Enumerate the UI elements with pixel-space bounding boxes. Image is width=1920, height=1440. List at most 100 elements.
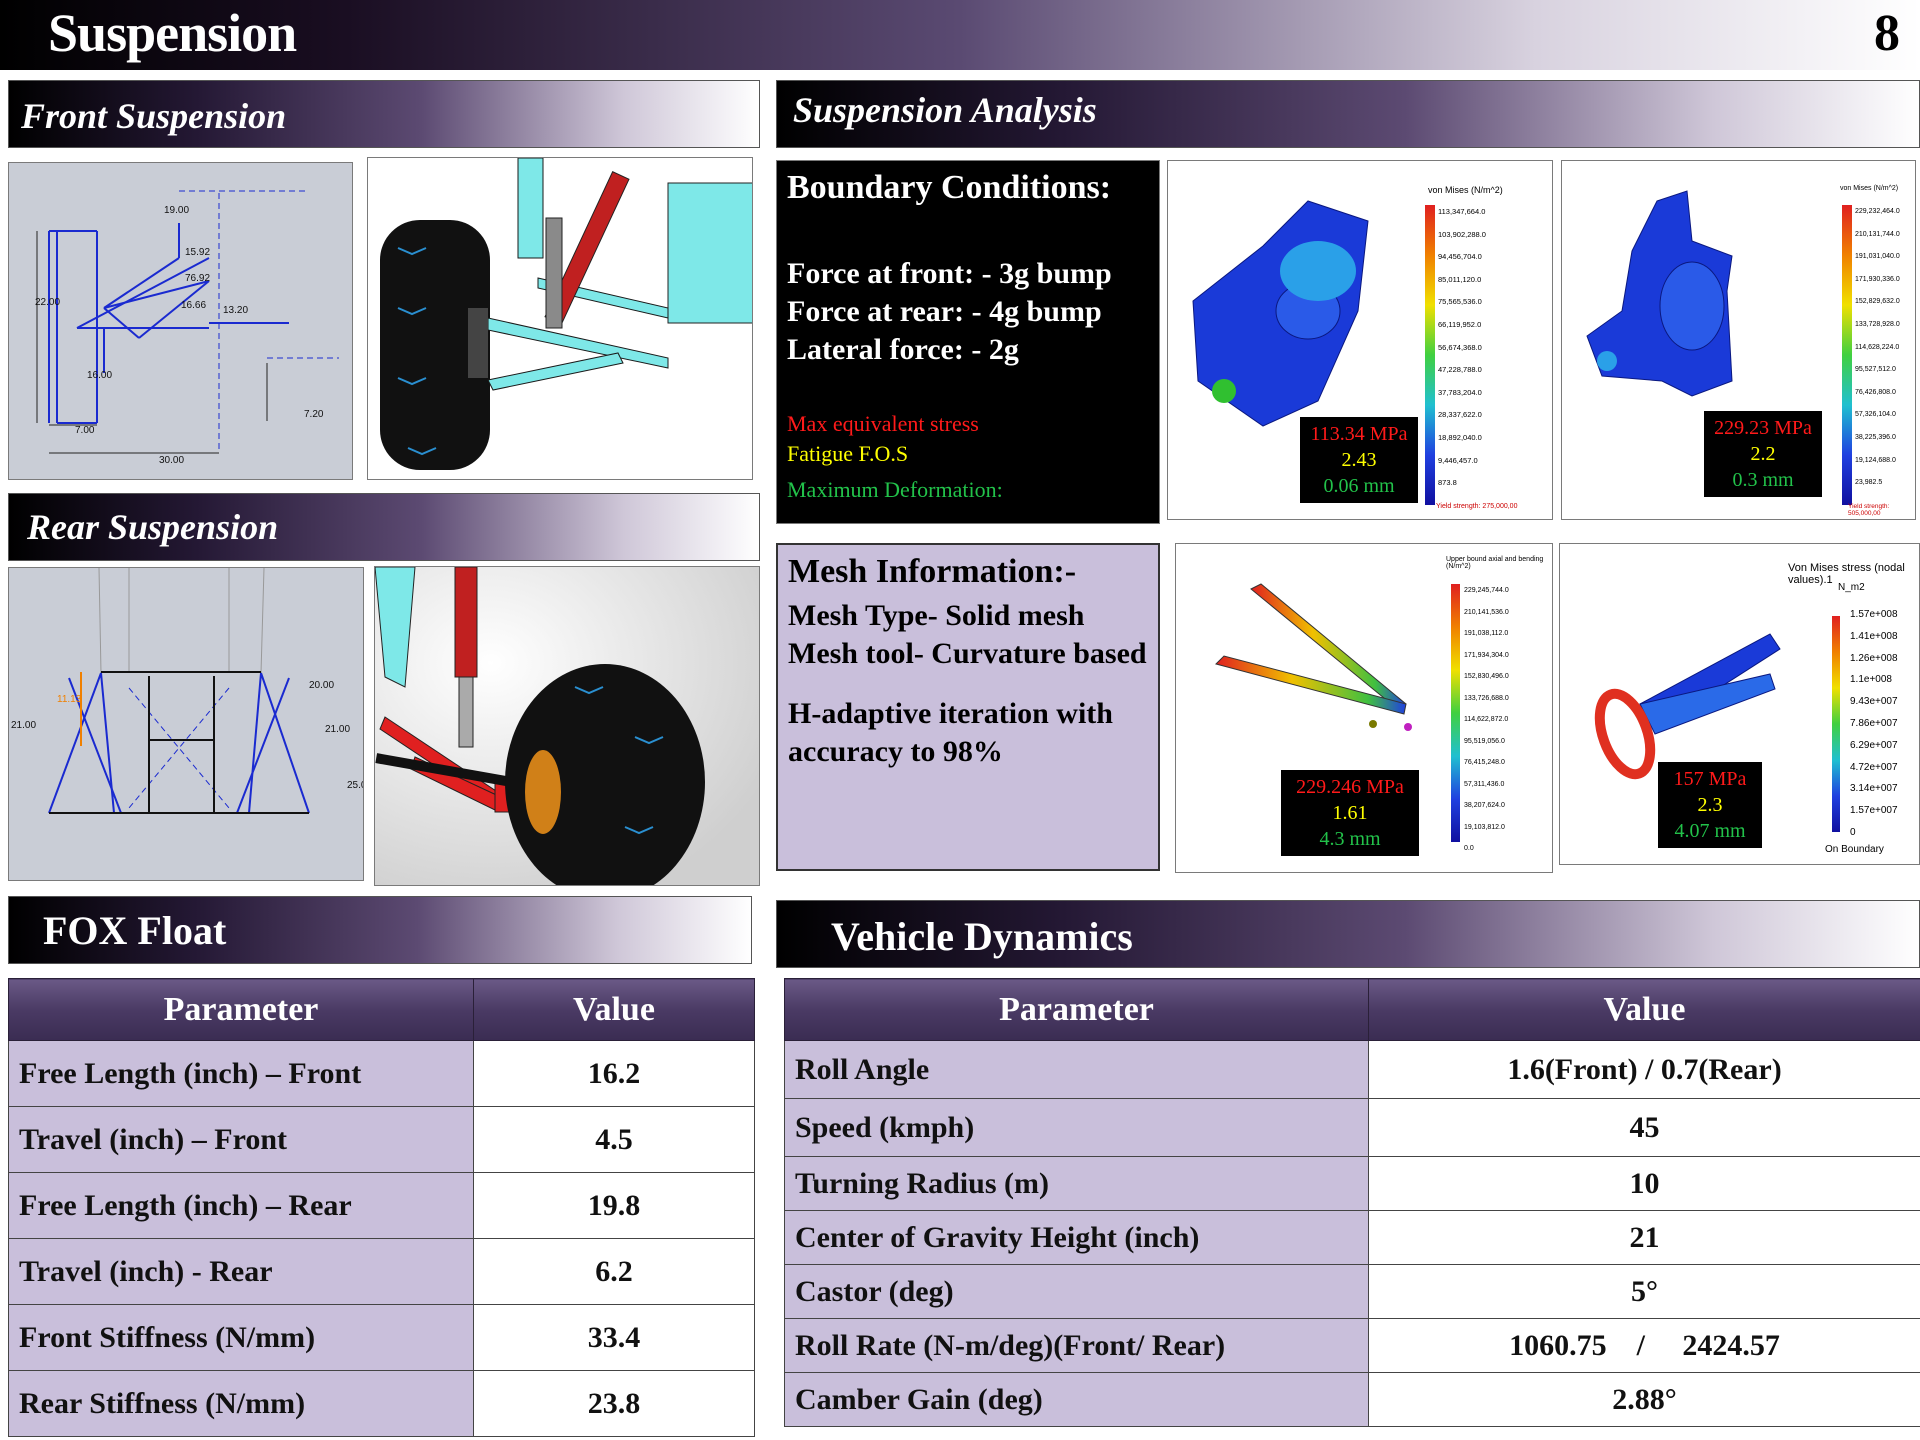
rear-suspension-header: Rear Suspension [8,493,760,561]
max-deformation: 0.06 mm [1323,475,1395,497]
scale-title: von Mises (N/m^2) [1840,185,1899,192]
result-box: 113.34 MPa 2.43 0.06 mm [1300,417,1418,503]
value-cell: 45 [1368,1098,1920,1157]
param-cell: Speed (kmph) [784,1098,1369,1157]
param-cell: Roll Angle [784,1040,1369,1099]
value-cell: 1060.75 / 2424.57 [1368,1318,1920,1373]
col-header-value: Value [1368,978,1920,1041]
rear-assembly-render [375,567,759,885]
fox-float-title: FOX Float [43,908,227,953]
fatigue-fos: 1.61 [1332,802,1368,824]
suspension-analysis-title: Suspension Analysis [793,90,1097,130]
vehicle-dynamics-title: Vehicle Dynamics [831,914,1133,959]
color-scale-labels: 229,232,464.0 210,131,744.0 191,031,040.0 1… [1855,208,1900,487]
param-cell: Roll Rate (N-m/deg)(Front/ Rear) [784,1318,1369,1373]
color-scale-labels: 1.57e+008 1.41e+008 1.26e+008 1.1e+008 9.43e… [1850,609,1898,838]
color-scale-bar [1451,584,1460,842]
dim-label: 16.66 [181,300,206,311]
front-suspension-drawing: 19.00 15.92 76.92 16.66 13.20 22.00 16.0… [8,162,353,480]
boundary-conditions-panel: Boundary Conditions: Force at front: - 3… [776,160,1160,524]
fea-result-knuckle-front: von Mises (N/m^2) 113,347,664.0 103,902,2… [1167,160,1553,520]
front-geometry-sketch: 19.00 15.92 76.92 16.66 13.20 22.00 16.0… [35,190,339,466]
scale-title: von Mises (N/m^2) [1428,185,1503,195]
vehicle-dynamics-table: Parameter Value Roll Angle 1.6(Front) / 0… [784,978,1920,1427]
suspension-analysis-header: Suspension Analysis [776,80,1920,148]
fatigue-fos: 2.43 [1341,449,1377,471]
dim-label: 13.20 [223,305,248,316]
rear-geometry-sketch: 11.13 21.00 21.00 20.00 25.0 [11,568,364,814]
param-cell: Free Length (inch) – Front [8,1040,474,1107]
scale-unit: N_m2 [1838,582,1865,593]
value-cell: 21 [1368,1210,1920,1265]
boundary-label: On Boundary [1825,844,1884,855]
dim-label: 21.00 [325,724,350,735]
legend-deformation: Maximum Deformation: [787,477,1003,502]
color-scale-bar [1425,205,1435,505]
dim-label: 11.13 [57,694,82,705]
rear-suspension-drawing: 11.13 21.00 21.00 20.00 25.0 [8,567,364,881]
max-deformation: 4.07 mm [1674,820,1746,842]
param-cell: Castor (deg) [784,1264,1369,1319]
fox-float-header: FOX Float [8,896,752,964]
rear-suspension-title: Rear Suspension [27,507,279,547]
yield-strength: Yield strength: 275,000,00 [1436,503,1518,510]
max-stress: 113.34 MPa [1310,423,1408,445]
result-box: 229.23 MPa 2.2 0.3 mm [1704,411,1822,497]
dim-label: 30.00 [159,455,184,466]
vehicle-dynamics-header: Vehicle Dynamics [776,900,1920,968]
dim-label: 16.00 [87,370,112,381]
fatigue-fos: 2.2 [1750,443,1776,465]
param-cell: Front Stiffness (N/mm) [8,1304,474,1371]
color-scale-labels: 229,245,744.0 210,141,536.0 191,038,112.0 1… [1464,587,1509,852]
page-number: 8 [1874,5,1900,62]
mesh-tool: Mesh tool- Curvature based [788,637,1147,670]
fea-result-rear-arm: Von Mises stress (nodal values).1 N_m2 1… [1559,543,1920,865]
color-scale-bar [1842,205,1852,505]
dim-label: 7.20 [304,409,324,420]
max-deformation: 4.3 mm [1319,828,1381,850]
yield-strength: Yield strength: 505,000,00 [1848,503,1890,517]
max-deformation: 0.3 mm [1732,469,1794,491]
max-stress: 229.246 MPa [1296,776,1404,798]
param-cell: Free Length (inch) – Rear [8,1172,474,1239]
result-box: 157 MPa 2.3 4.07 mm [1658,762,1762,848]
dim-label: 76.92 [185,273,210,284]
col-header-value: Value [473,978,755,1041]
value-cell: 4.5 [473,1106,755,1173]
mesh-information-panel: Mesh Information:- Mesh Type- Solid mesh… [776,543,1160,871]
fox-float-table: Parameter Value Free Length (inch) – Fro… [8,978,755,1437]
legend-fos: Fatigue F.O.S [787,441,909,466]
front-suspension-header: Front Suspension [8,80,760,148]
value-cell: 19.8 [473,1172,755,1239]
fea-result-knuckle-rear: von Mises (N/m^2) 229,232,464.0 210,131,7… [1561,160,1916,520]
mesh-type: Mesh Type- Solid mesh [788,599,1085,632]
dim-label: 25.0 [347,780,364,791]
dim-label: 20.00 [309,680,334,691]
color-scale-bar [1832,616,1840,832]
rear-suspension-render [374,566,760,886]
mesh-iteration: H-adaptive iteration with accuracy to 98… [788,697,1113,768]
lateral-force: Lateral force: - 2g [787,333,1019,366]
dim-label: 15.92 [185,247,210,258]
value-cell: 5° [1368,1264,1920,1319]
param-cell: Turning Radius (m) [784,1156,1369,1211]
dim-label: 21.00 [11,720,36,731]
value-cell: 10 [1368,1156,1920,1211]
dim-label: 7.00 [75,425,95,436]
front-suspension-title: Front Suspension [21,96,287,136]
param-cell: Center of Gravity Height (inch) [784,1210,1369,1265]
color-scale-labels: 113,347,664.0 103,902,288.0 94,456,704.0 85… [1438,207,1486,488]
value-cell: 33.4 [473,1304,755,1371]
param-cell: Rear Stiffness (N/mm) [8,1370,474,1437]
boundary-title: Boundary Conditions: [787,169,1112,206]
max-stress: 229.23 MPa [1714,417,1812,439]
param-cell: Travel (inch) – Front [8,1106,474,1173]
scale-title: Upper bound axial and bending (N/m^2) [1446,556,1544,570]
param-cell: Camber Gain (deg) [784,1372,1369,1427]
result-box: 229.246 MPa 1.61 4.3 mm [1281,770,1419,856]
value-cell: 1.6(Front) / 0.7(Rear) [1368,1040,1920,1099]
front-assembly-render [380,158,752,470]
col-header-parameter: Parameter [8,978,474,1041]
fatigue-fos: 2.3 [1697,794,1723,816]
dim-label: 22.00 [35,297,60,308]
